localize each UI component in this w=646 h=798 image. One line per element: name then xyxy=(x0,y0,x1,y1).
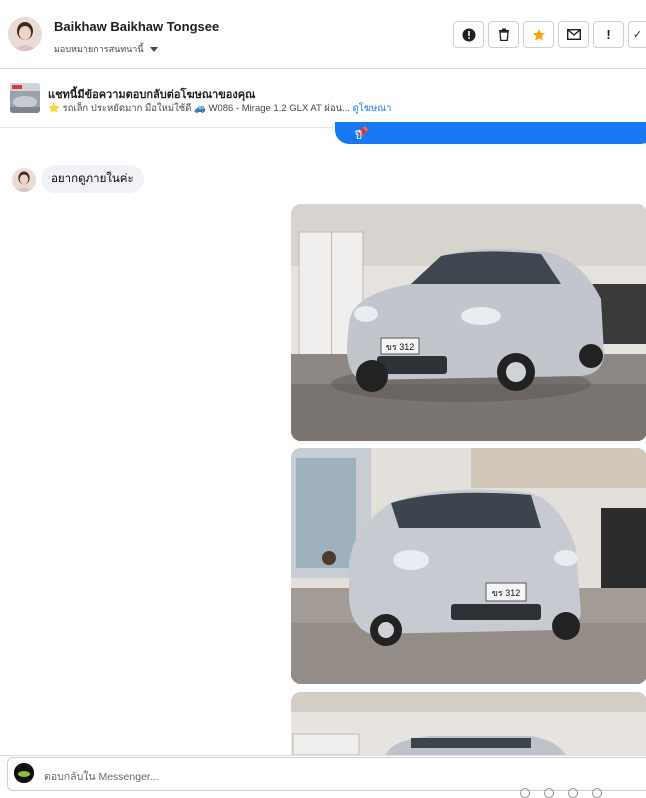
conversation-header: Baikhaw Baikhaw Tongsee มอบหมายการสนทนาน… xyxy=(0,0,646,69)
assign-label: มอบหมายการสนทนานี้ xyxy=(54,44,144,54)
ad-reply-subtitle: ⭐ รถเล็ก ประหยัดมาก มือใหม่ใช้ดี 🚙 W086 … xyxy=(48,101,643,116)
outgoing-message-text: ปี 2013 | เบนซิน | เกียร์ออโต้ xyxy=(355,130,362,142)
report-button[interactable]: ! xyxy=(593,21,624,48)
sender-avatar[interactable] xyxy=(12,168,36,192)
profile-photo xyxy=(8,17,42,51)
car-photo-image: ขร 312 xyxy=(291,448,646,684)
trash-icon xyxy=(498,28,509,41)
check-icon: ✓ xyxy=(632,29,643,41)
plate-text: ขร 312 xyxy=(492,588,521,598)
chevron-down-icon xyxy=(149,46,158,52)
car-photo-image xyxy=(291,692,646,755)
header-actions: ! ✓ xyxy=(453,21,646,48)
profile-photo xyxy=(12,168,36,192)
page-avatar xyxy=(14,763,34,783)
car-photo-2[interactable]: ขร 312 xyxy=(291,448,646,684)
mail-icon xyxy=(566,29,581,40)
outgoing-message-bubble: 📌ปี 2013 | เบนซิน | เกียร์ออโต้ xyxy=(335,122,646,144)
page-logo-icon xyxy=(14,763,34,783)
view-ad-link[interactable]: ดูโฆษณา xyxy=(353,103,392,114)
assign-conversation-dropdown[interactable]: มอบหมายการสนทนานี้ xyxy=(54,42,158,56)
done-button[interactable]: ✓ xyxy=(628,21,646,48)
star-button[interactable] xyxy=(523,21,554,48)
ad-car-image xyxy=(10,83,40,113)
car-photo-image: ขร 312 xyxy=(291,204,646,441)
delete-button[interactable] xyxy=(488,21,519,48)
reply-placeholder: ตอบกลับใน Messenger... xyxy=(44,771,159,783)
ad-thumbnail[interactable] xyxy=(10,83,40,113)
ad-description: ⭐ รถเล็ก ประหยัดมาก มือใหม่ใช้ดี 🚙 W086 … xyxy=(48,103,350,114)
avatar[interactable] xyxy=(8,17,42,51)
incoming-message-bubble[interactable]: อยากดูภายในค่ะ xyxy=(41,165,144,193)
incoming-message-text: อยากดูภายในค่ะ xyxy=(51,173,134,185)
mark-unread-button[interactable] xyxy=(453,21,484,48)
car-photo-1[interactable]: ขร 312 xyxy=(291,204,646,441)
plate-text: ขร 312 xyxy=(386,342,415,352)
alert-circle-icon xyxy=(462,28,475,41)
car-photo-3[interactable] xyxy=(291,692,646,755)
email-button[interactable] xyxy=(558,21,589,48)
exclamation-icon: ! xyxy=(606,27,611,42)
star-icon xyxy=(532,28,545,40)
contact-name[interactable]: Baikhaw Baikhaw Tongsee xyxy=(54,19,219,34)
